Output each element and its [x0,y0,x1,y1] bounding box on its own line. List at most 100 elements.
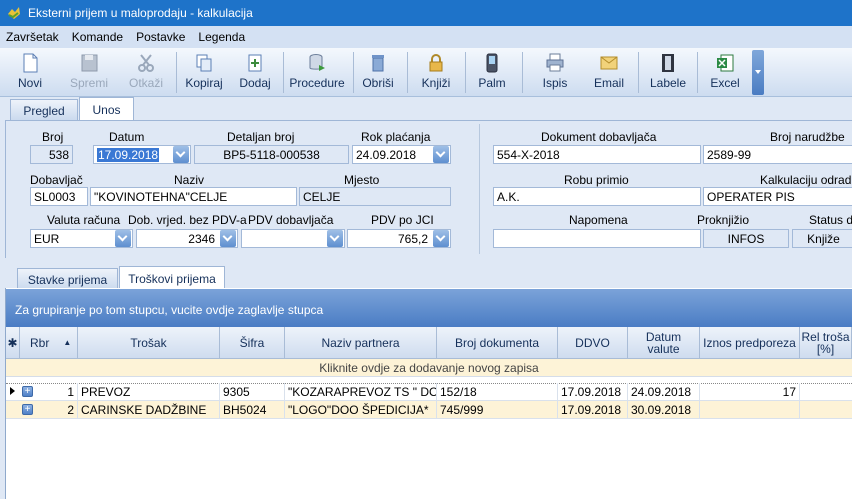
otkazi-button[interactable]: Otkaži [124,50,168,95]
tab-unos[interactable]: Unos [79,97,134,121]
tab-stavke-prijema[interactable]: Stavke prijema [17,268,118,290]
obrisi-button[interactable]: Obriši [358,50,398,95]
cell-partner: "KOZARAPREVOZ TS " DOO [285,383,437,401]
dob-vrijed-dropdown-button[interactable] [220,230,236,247]
toolbar: Novi Spremi Otkaži Kopiraj Dodaj Procedu… [0,48,852,97]
cell-iznos: 17 [700,383,800,401]
dokument-dob-field[interactable]: 554-X-2018 [493,145,701,164]
broj-narudzbe-label: Broj narudžbe [770,130,845,144]
pdv-jci-field[interactable]: 765,2 [347,229,451,248]
cell-trosak: CARINSKE DADŽBINE [78,401,220,419]
lock-icon [429,54,443,72]
grid-header-naziv-partnera[interactable]: Naziv partnera [285,327,437,359]
kalkulaciju-label: Kalkulaciju odradi [760,173,852,187]
broj-narudzbe-field[interactable]: 2589-99 [703,145,852,164]
rok-placanja-label: Rok plaćanja [361,130,431,144]
valuta-field[interactable]: EUR [30,229,133,248]
kalkulaciju-field[interactable]: OPERATER PIS [703,187,852,206]
procedure-button[interactable]: Procedure [287,50,347,95]
toolbar-separator [465,52,466,93]
cell-dokument: 152/18 [437,383,558,401]
rok-placanja-dropdown-button[interactable] [433,146,449,163]
dodaj-button[interactable]: Dodaj [234,50,276,95]
datum-label: Datum [109,130,145,144]
email-icon [600,56,618,70]
grid-header-broj-dokumenta[interactable]: Broj dokumenta [437,327,558,359]
pdv-jci-dropdown-button[interactable] [433,230,449,247]
tab-pregled[interactable]: Pregled [10,99,78,121]
labele-button[interactable]: Labele [643,50,693,95]
menu-zavrsetak[interactable]: Završetak [6,30,59,44]
cell-trosak: PREVOZ [78,383,220,401]
menu-postavke[interactable]: Postavke [136,30,185,44]
save-disk-icon [81,54,98,72]
grid-header-sifra[interactable]: Šifra [220,327,285,359]
grid-header-iznos-predporeza[interactable]: Iznos predporeza [700,327,800,359]
database-procedure-icon [309,54,325,71]
new-document-icon [23,53,38,73]
cell-rbr: 2 [38,401,78,419]
expand-row-icon[interactable]: + [22,386,33,397]
cancel-scissors-icon [138,54,154,72]
copy-icon [196,54,212,72]
robu-primio-label: Robu primio [564,173,629,187]
status-label: Status d [809,213,852,227]
dobavljac-label: Dobavljač [30,173,83,187]
grid-header-selector[interactable]: ✱ [6,327,20,359]
pdv-jci-label: PDV po JCI [371,213,434,227]
grid-header-rbr[interactable]: Rbr ▲ [20,327,78,359]
pdv-dob-dropdown-button[interactable] [327,230,343,247]
datum-field[interactable]: 17.09.2018 [93,145,191,164]
valuta-dropdown-button[interactable] [115,230,131,247]
broj-label: Broj [42,130,64,144]
grid-header-trosak[interactable]: Trošak [78,327,220,359]
mjesto-field[interactable]: CELJE [299,187,451,206]
toolbar-separator [176,52,177,93]
group-by-panel[interactable]: Za grupiranje po tom stupcu, vucite ovdj… [6,289,852,327]
grid-header-rel-troska[interactable]: Rel troša [%] [800,327,852,359]
datum-dropdown-button[interactable] [173,146,189,163]
detaljan-broj-label: Detaljan broj [227,130,295,144]
cell-valuta: 24.09.2018 [628,383,700,401]
napomena-field[interactable] [493,229,701,248]
grid-header-datum-valute[interactable]: Datum valute [628,327,700,359]
proknjizio-field[interactable]: INFOS [703,229,789,248]
dobavljac-field[interactable]: SL0003 [30,187,88,206]
kopiraj-button[interactable]: Kopiraj [181,50,227,95]
naziv-field[interactable]: "KOVINOTEHNA"CELJE [90,187,297,206]
knjizi-button[interactable]: Knjiži [412,50,460,95]
new-record-row[interactable]: Kliknite ovdje za dodavanje novog zapisa [6,359,852,377]
novi-button[interactable]: Novi [8,50,52,95]
cell-sifra: 9305 [220,383,285,401]
spremi-button[interactable]: Spremi [64,50,114,95]
expand-row-icon[interactable]: + [22,404,33,415]
pdv-dob-label: PDV dobavljača [248,213,334,227]
add-document-icon [248,54,262,72]
menu-bar: Završetak Komande Postavke Legenda [0,26,852,48]
panel-divider [479,124,480,254]
cell-dokument: 745/999 [437,401,558,419]
robu-primio-field[interactable]: A.K. [493,187,701,206]
detaljan-broj-field[interactable]: BP5-5118-000538 [194,145,349,164]
dob-vrijed-field[interactable]: 2346 [136,229,238,248]
email-button[interactable]: Email [586,50,632,95]
pdv-dob-field[interactable] [241,229,345,248]
sort-ascending-icon: ▲ [63,337,72,347]
status-field[interactable]: Knjiže [792,229,852,248]
ispis-button[interactable]: Ispis [532,50,578,95]
broj-field[interactable]: 538 [30,145,73,164]
tab-troskovi-prijema[interactable]: Troškovi prijema [119,266,225,290]
cell-rbr: 1 [38,383,78,401]
valuta-label: Valuta računa [47,213,121,227]
printer-icon [546,53,564,72]
rok-placanja-field[interactable]: 24.09.2018 [352,145,451,164]
palm-button[interactable]: Palm [470,50,514,95]
menu-komande[interactable]: Komande [72,30,123,44]
window-title: Eksterni prijem u maloprodaju - kalkulac… [28,6,253,20]
menu-legenda[interactable]: Legenda [198,30,245,44]
excel-button[interactable]: Excel [702,50,748,95]
grid-header-ddvo[interactable]: DDVO [558,327,628,359]
napomena-label: Napomena [569,213,628,227]
naziv-label: Naziv [174,173,205,187]
toolbar-overflow-button[interactable] [752,50,764,95]
